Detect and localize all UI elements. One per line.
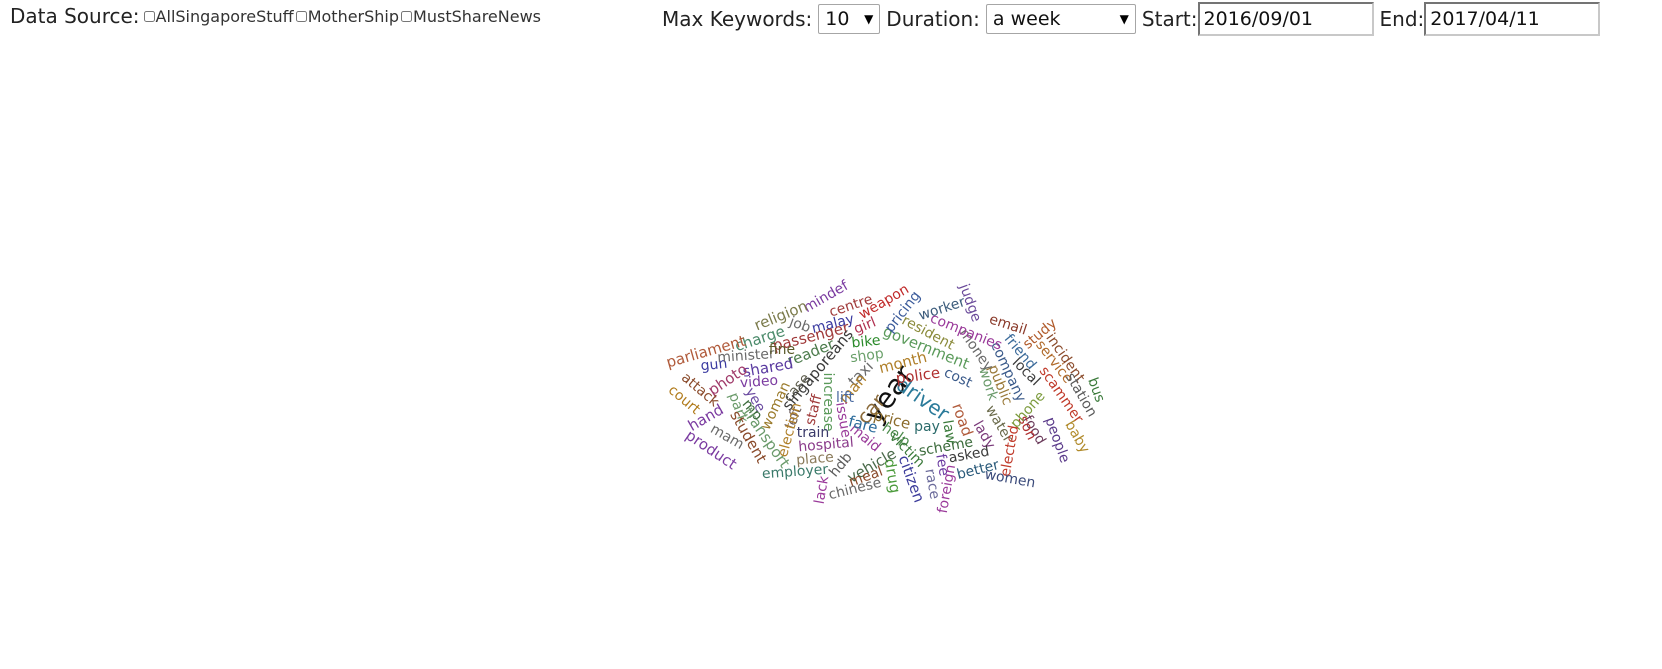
word-pay: pay bbox=[914, 419, 940, 435]
word-train: train bbox=[797, 425, 830, 441]
word-bike: bike bbox=[851, 333, 882, 352]
word-cloud: yeardrivercarpolicegovernmentpricingweap… bbox=[664, 277, 1108, 514]
word-women: women bbox=[983, 467, 1036, 492]
word-cost: cost bbox=[941, 365, 975, 392]
